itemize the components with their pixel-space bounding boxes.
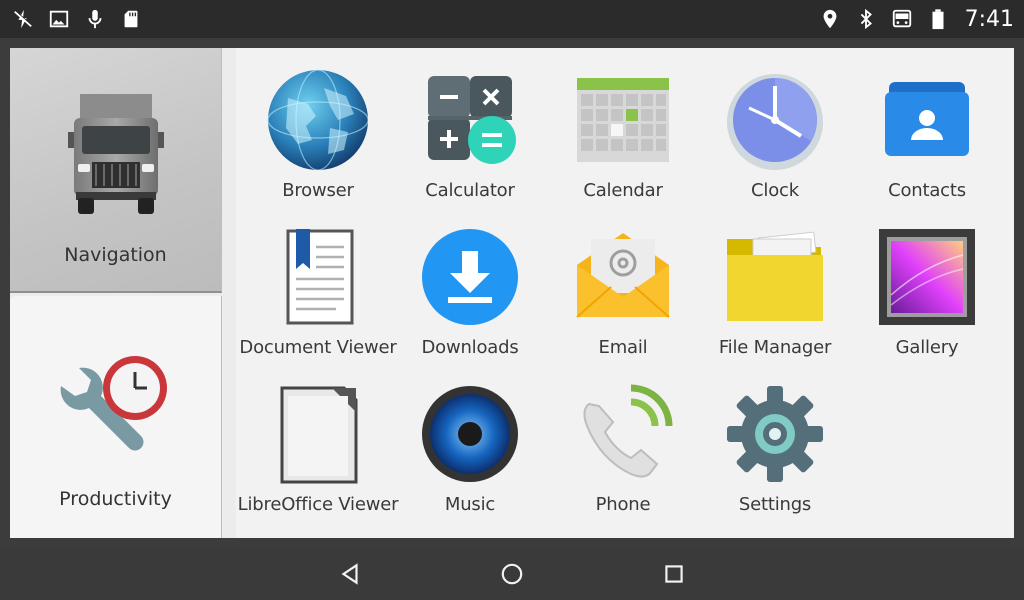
app-label: Contacts [888,180,966,201]
app-label: Gallery [895,337,959,358]
app-label: Email [598,337,648,358]
app-label: File Manager [718,337,832,358]
app-file-manager[interactable]: File Manager [699,211,851,361]
navigation-bar [0,548,1024,600]
battery-icon [927,8,949,30]
app-settings[interactable]: Settings [699,368,851,518]
category-navigation[interactable]: Navigation [10,48,222,293]
app-label: Settings [738,494,812,515]
category-label-productivity: Productivity [59,488,172,510]
clock-icon [723,68,827,172]
app-calculator[interactable]: Calculator [394,54,546,204]
recents-icon[interactable] [658,558,690,590]
phone-icon [571,382,675,486]
contacts-icon [875,68,979,172]
back-icon[interactable] [334,558,366,590]
app-gallery[interactable]: Gallery [851,211,1003,361]
document-icon [266,225,370,329]
status-bar-left [12,8,142,30]
location-icon [819,8,841,30]
gallery-icon [875,225,979,329]
bluetooth-icon [855,8,877,30]
app-label: Calendar [583,180,663,201]
app-label: Downloads [421,337,519,358]
email-icon [571,225,675,329]
app-contacts[interactable]: Contacts [851,54,1003,204]
status-bar-right: 7:41 [819,7,1014,32]
wrench-clock-icon [51,346,181,466]
app-label: Calculator [425,180,515,201]
category-productivity[interactable]: Productivity [10,296,222,538]
image-icon [48,8,70,30]
globe-icon [266,68,370,172]
clock-time: 7:41 [964,6,1014,32]
folder-icon [723,225,827,329]
app-label: Browser [282,180,354,201]
microphone-icon [84,8,106,30]
app-document-viewer[interactable]: Document Viewer [239,211,397,361]
app-grid: Browser Calculator Calendar Clock Contac… [236,48,1014,538]
calendar-icon [571,68,675,172]
home-icon[interactable] [496,558,528,590]
app-calendar[interactable]: Calendar [547,54,699,204]
app-label: Document Viewer [239,337,397,358]
gear-icon [723,382,827,486]
app-clock[interactable]: Clock [699,54,851,204]
app-label: Phone [595,494,651,515]
status-bar: 7:41 [0,0,1024,38]
app-email[interactable]: Email [547,211,699,361]
app-label: Music [444,494,496,515]
sd-card-icon [120,8,142,30]
speaker-icon [418,382,522,486]
app-label: Clock [751,180,799,201]
app-phone[interactable]: Phone [547,368,699,518]
app-downloads[interactable]: Downloads [394,211,546,361]
app-music[interactable]: Music [394,368,546,518]
download-icon [418,225,522,329]
calculator-icon [418,68,522,172]
truck-icon [56,88,176,218]
category-label-navigation: Navigation [64,244,167,266]
category-sidebar: Navigation Productivity [10,48,222,538]
charging-off-icon [12,8,34,30]
car-mode-icon [891,8,913,30]
app-label: LibreOffice Viewer [237,494,399,515]
app-browser[interactable]: Browser [242,54,394,204]
libreoffice-icon [266,382,370,486]
launcher-panel: Navigation Productivity Browser Calculat… [10,48,1014,538]
app-libreoffice-viewer[interactable]: LibreOffice Viewer [238,368,399,518]
